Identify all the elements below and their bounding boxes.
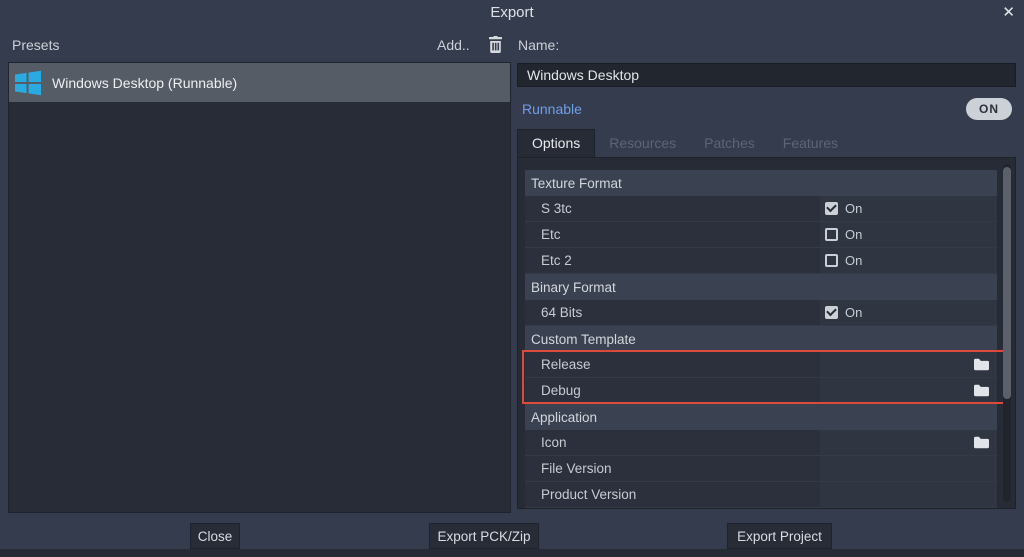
option-row[interactable]: Debug xyxy=(525,378,997,404)
checkbox-state-label: On xyxy=(845,253,862,268)
option-value[interactable] xyxy=(820,378,997,403)
runnable-toggle[interactable]: ON xyxy=(966,98,1012,120)
option-section-header: Texture Format xyxy=(525,170,997,196)
checkbox-unchecked-icon[interactable] xyxy=(825,254,838,267)
option-value[interactable]: On xyxy=(820,196,997,221)
option-label: Release xyxy=(525,352,820,377)
presets-list: Windows Desktop (Runnable) xyxy=(8,62,511,513)
option-label: 64 Bits xyxy=(525,300,820,325)
windows-logo-icon xyxy=(12,67,44,99)
option-row[interactable]: Release xyxy=(525,352,997,378)
preset-item-windows-desktop[interactable]: Windows Desktop (Runnable) xyxy=(9,63,510,102)
section-header-label: Texture Format xyxy=(525,170,997,196)
option-label: Etc 2 xyxy=(525,248,820,273)
options-panel: Texture FormatS 3tc On Etc On Etc 2 On Binary … xyxy=(517,157,1016,509)
preset-item-label: Windows Desktop (Runnable) xyxy=(52,75,237,91)
section-header-label: Custom Template xyxy=(525,326,997,352)
option-value[interactable] xyxy=(820,456,997,481)
checkbox-checked-icon[interactable] xyxy=(825,306,838,319)
folder-icon[interactable] xyxy=(974,358,989,371)
option-row[interactable]: Etc On xyxy=(525,222,997,248)
option-section-header: Application xyxy=(525,404,997,430)
checkbox-state-label: On xyxy=(845,201,862,216)
close-icon[interactable]: ✕ xyxy=(1002,3,1015,21)
option-row[interactable]: File Version xyxy=(525,456,997,482)
tab-resources[interactable]: Resources xyxy=(595,130,690,157)
checkbox-state-label: On xyxy=(845,227,862,242)
checkbox-checked-icon[interactable] xyxy=(825,202,838,215)
close-button[interactable]: Close xyxy=(190,523,240,549)
preset-name-input[interactable] xyxy=(517,63,1016,87)
option-value[interactable] xyxy=(820,482,997,507)
option-row[interactable]: Product Version xyxy=(525,482,997,508)
option-label: Debug xyxy=(525,378,820,403)
folder-icon[interactable] xyxy=(974,436,989,449)
option-value[interactable] xyxy=(820,430,997,455)
options-scrollbar[interactable] xyxy=(1003,164,1011,502)
tab-features[interactable]: Features xyxy=(769,130,852,157)
options-rows: Texture FormatS 3tc On Etc On Etc 2 On Binary … xyxy=(525,170,997,508)
option-value[interactable]: On xyxy=(820,222,997,247)
checkbox-state-label: On xyxy=(845,305,862,320)
checkbox-unchecked-icon[interactable] xyxy=(825,228,838,241)
tab-options[interactable]: Options xyxy=(517,129,595,157)
name-label: Name: xyxy=(518,37,559,53)
option-value[interactable]: On xyxy=(820,248,997,273)
option-row[interactable]: Icon xyxy=(525,430,997,456)
detail-tabs: Options Resources Patches Features xyxy=(517,131,852,157)
section-header-label: Application xyxy=(525,404,997,430)
option-section-header: Binary Format xyxy=(525,274,997,300)
presets-label: Presets xyxy=(12,37,59,53)
option-value[interactable]: On xyxy=(820,300,997,325)
option-value[interactable] xyxy=(820,352,997,377)
export-project-button[interactable]: Export Project xyxy=(727,523,832,549)
add-preset-button[interactable]: Add.. xyxy=(437,37,470,53)
option-label: Product Version xyxy=(525,482,820,507)
option-label: Icon xyxy=(525,430,820,455)
section-header-label: Binary Format xyxy=(525,274,997,300)
option-row[interactable]: Etc 2 On xyxy=(525,248,997,274)
option-label: S 3tc xyxy=(525,196,820,221)
folder-icon[interactable] xyxy=(974,384,989,397)
option-row[interactable]: 64 Bits On xyxy=(525,300,997,326)
runnable-label: Runnable xyxy=(522,101,582,117)
option-row[interactable]: S 3tc On xyxy=(525,196,997,222)
dialog-title: Export xyxy=(0,4,1024,21)
option-section-header: Custom Template xyxy=(525,326,997,352)
scrollbar-thumb[interactable] xyxy=(1003,167,1011,399)
option-label: File Version xyxy=(525,456,820,481)
export-pck-zip-button[interactable]: Export PCK/Zip xyxy=(429,523,539,549)
tab-patches[interactable]: Patches xyxy=(690,130,769,157)
option-label: Etc xyxy=(525,222,820,247)
delete-preset-icon[interactable] xyxy=(487,36,504,54)
dialog-bottom-edge xyxy=(0,549,1024,557)
